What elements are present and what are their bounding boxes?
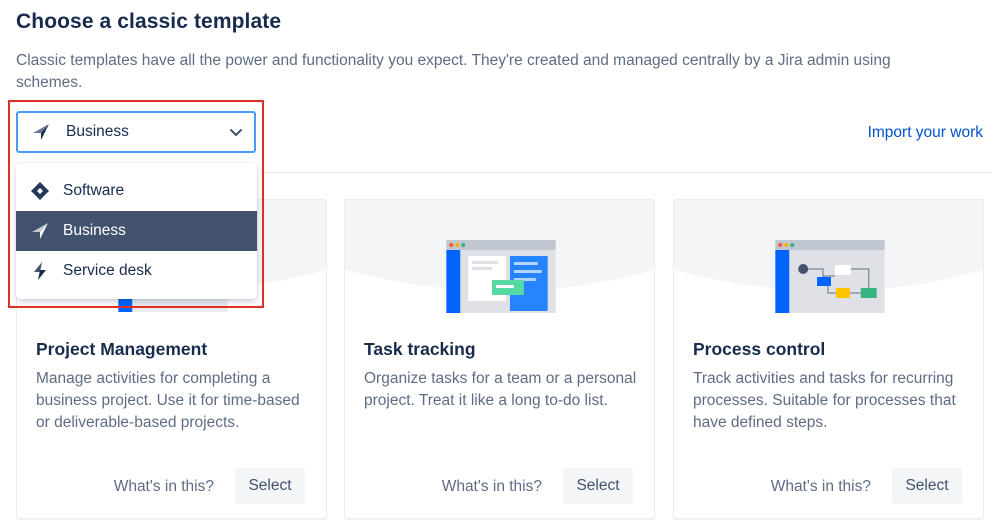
card-description: Manage activities for completing a busin…	[36, 370, 300, 431]
whats-in-this-link[interactable]: What's in this?	[114, 478, 214, 496]
card-title: Task tracking	[364, 339, 476, 359]
select-button[interactable]: Select	[892, 468, 962, 504]
page-title: Choose a classic template	[16, 10, 282, 33]
template-card-task-tracking[interactable]: Task tracking Organize tasks for a team …	[344, 199, 655, 519]
template-card-process-control[interactable]: Process control Track activities and tas…	[673, 199, 984, 519]
import-your-work-link[interactable]: Import your work	[868, 124, 983, 142]
whats-in-this-link[interactable]: What's in this?	[442, 478, 542, 496]
annotation-highlight-box	[8, 100, 264, 308]
select-button[interactable]: Select	[563, 468, 633, 504]
select-button[interactable]: Select	[235, 468, 305, 504]
card-description: Track activities and tasks for recurring…	[693, 370, 956, 431]
card-description: Organize tasks for a team or a personal …	[364, 370, 637, 409]
task-tracking-illustration	[345, 200, 654, 313]
card-title: Project Management	[36, 339, 208, 359]
section-divider	[260, 172, 991, 173]
page-description: Classic templates have all the power and…	[16, 52, 891, 91]
whats-in-this-link[interactable]: What's in this?	[771, 478, 871, 496]
process-control-illustration	[674, 200, 983, 313]
card-title: Process control	[693, 339, 826, 359]
